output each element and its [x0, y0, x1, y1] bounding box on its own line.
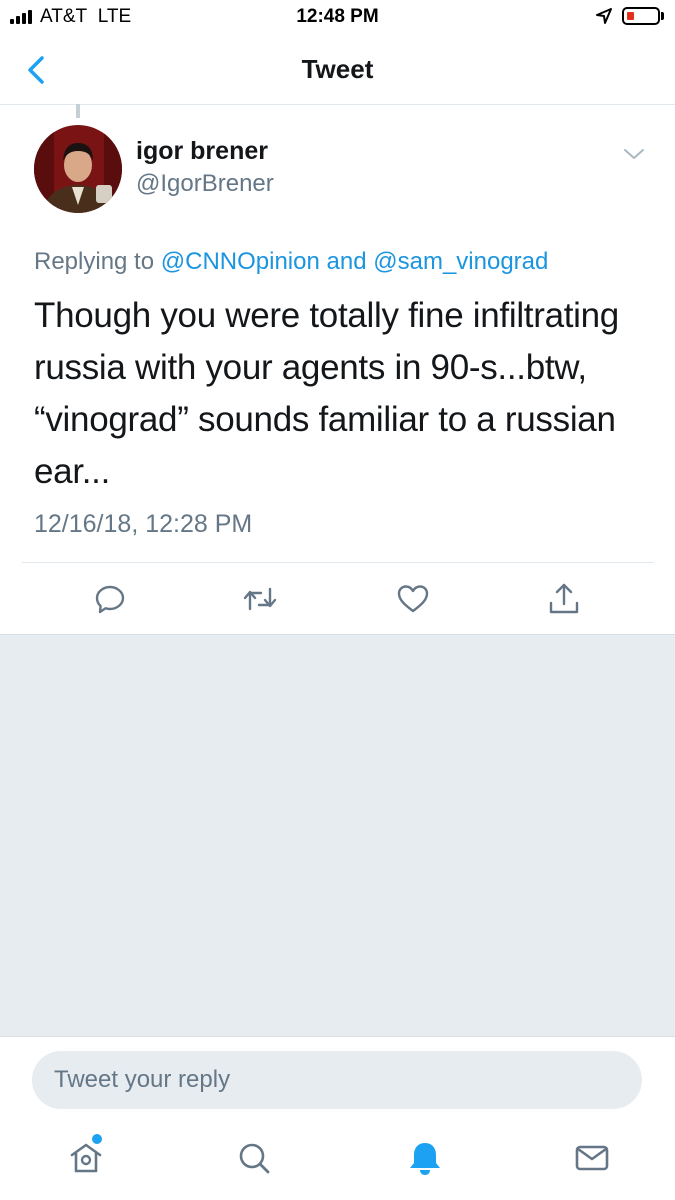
retweet-icon	[243, 587, 277, 611]
replying-prefix: Replying to	[34, 248, 155, 275]
tab-search[interactable]	[234, 1138, 274, 1178]
battery-cap	[661, 12, 664, 20]
tweet-text: Though you were totally fine infiltratin…	[34, 296, 619, 491]
thread-connector-line	[76, 104, 80, 118]
retweet-button[interactable]	[242, 581, 278, 617]
home-icon	[70, 1143, 102, 1173]
mention-link[interactable]: @CNNOpinion	[161, 248, 320, 275]
messages-icon	[575, 1145, 609, 1171]
reply-composer	[0, 1036, 675, 1121]
empty-replies-area	[0, 634, 675, 1037]
reply-button[interactable]	[92, 581, 128, 617]
status-bar: AT&T LTE 12:48 PM	[0, 0, 675, 36]
author-display-name[interactable]: igor brener	[136, 137, 268, 166]
share-icon	[549, 583, 579, 614]
navigation-bar: Tweet	[0, 36, 675, 105]
reply-input[interactable]	[32, 1051, 642, 1109]
replying-joiner: and	[326, 248, 367, 275]
tweet-timestamp: 12/16/18, 12:28 PM	[34, 510, 253, 538]
tweet-options-button[interactable]	[622, 144, 646, 164]
page-title: Tweet	[301, 54, 374, 84]
replying-to-line: Replying to @CNNOpinion and @sam_vinogra…	[34, 248, 548, 276]
status-time: 12:48 PM	[296, 6, 379, 27]
chevron-down-icon	[624, 149, 644, 159]
mention-link[interactable]: @sam_vinograd	[373, 248, 548, 275]
tab-home[interactable]	[66, 1138, 106, 1178]
location-arrow-icon	[596, 8, 612, 24]
new-content-indicator	[92, 1134, 102, 1144]
like-icon	[397, 585, 429, 613]
avatar[interactable]	[34, 125, 122, 213]
tab-bar	[0, 1120, 675, 1200]
battery-level	[627, 12, 634, 20]
tab-notifications[interactable]	[405, 1138, 445, 1178]
search-icon	[239, 1143, 270, 1174]
notifications-icon	[410, 1143, 440, 1175]
battery-icon	[622, 7, 660, 25]
like-button[interactable]	[395, 581, 431, 617]
tweet-actions	[22, 562, 654, 635]
share-button[interactable]	[546, 581, 582, 617]
avatar-photo	[34, 125, 122, 213]
tab-messages[interactable]	[572, 1138, 612, 1178]
reply-icon	[95, 585, 125, 614]
author-handle[interactable]: @IgorBrener	[136, 170, 274, 198]
